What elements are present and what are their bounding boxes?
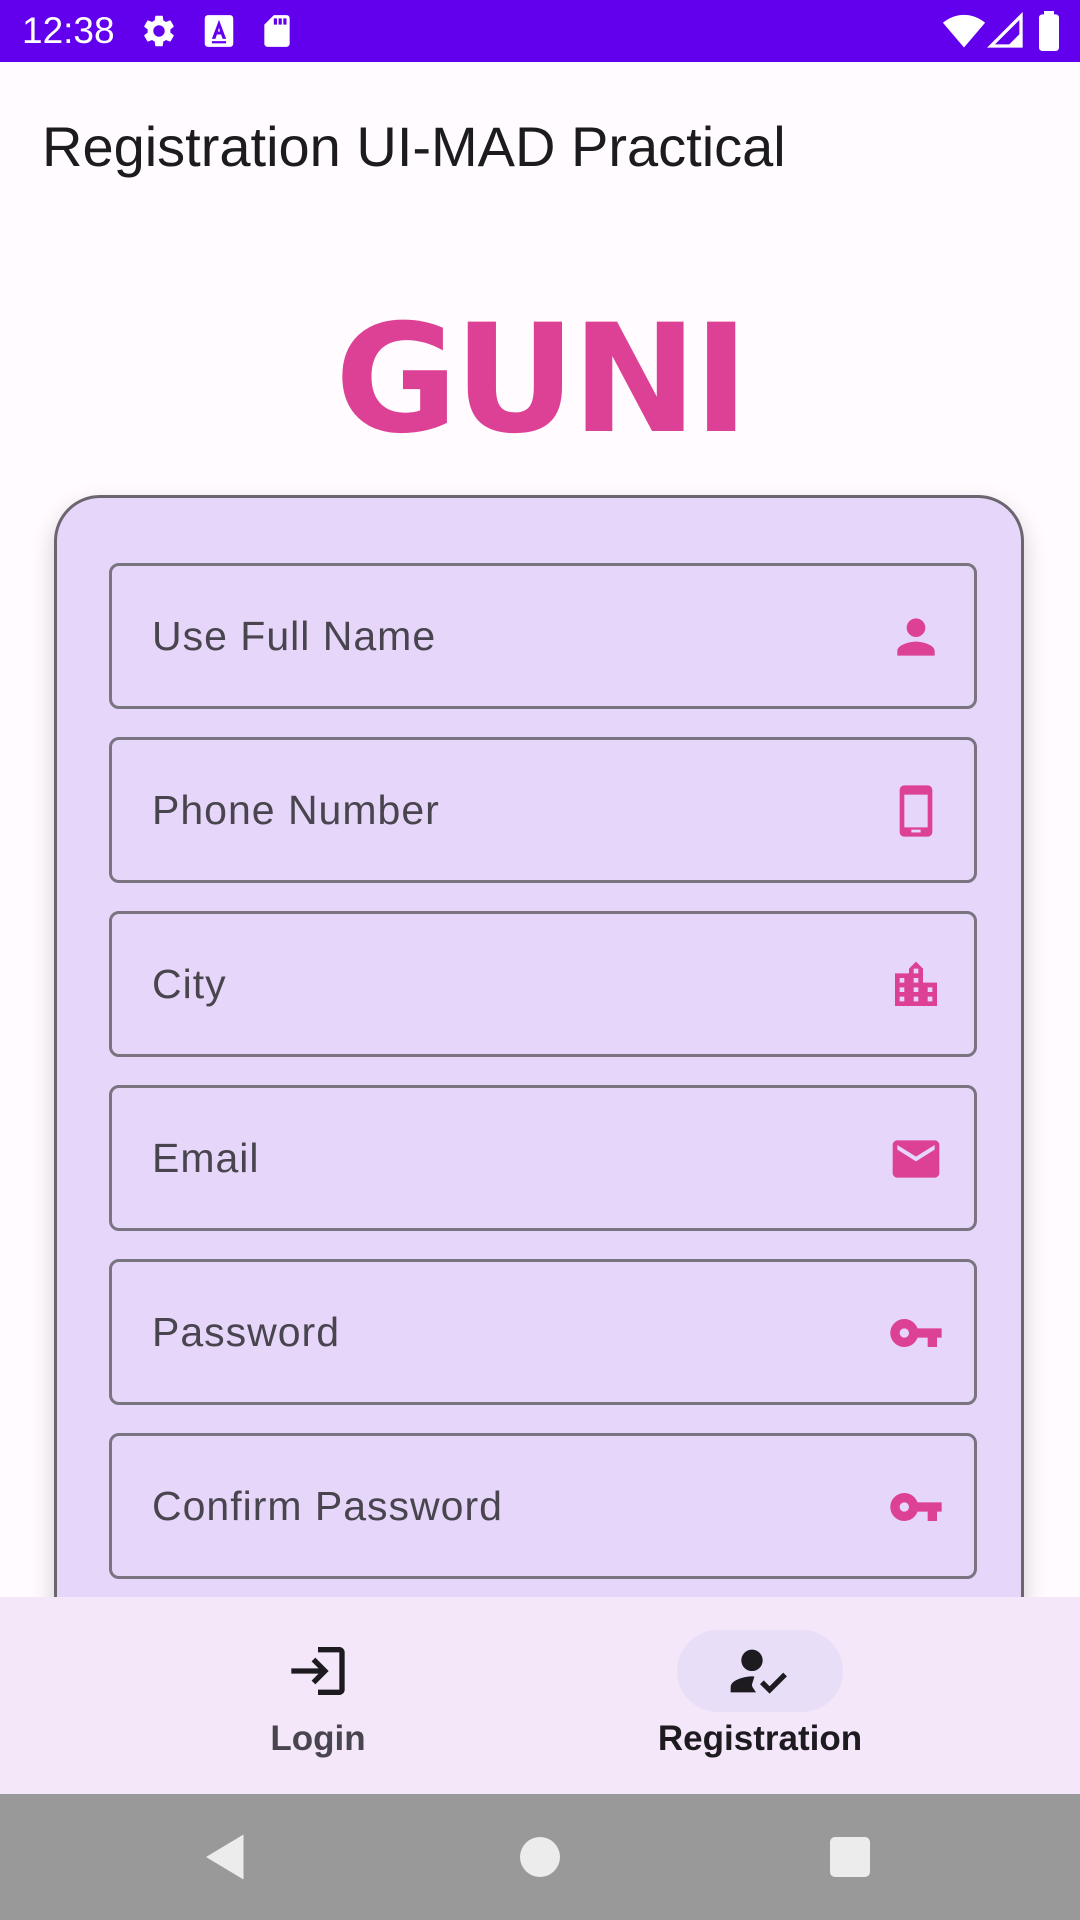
guni-logo: GUNI (334, 293, 749, 467)
nav-item-registration[interactable]: Registration (610, 1597, 910, 1794)
sd-card-icon (264, 15, 290, 47)
status-time: 12:38 (22, 10, 115, 51)
email-placeholder: Email (152, 1135, 260, 1181)
top-app-bar: Registration UI-MAD Practical (0, 62, 1080, 238)
full-name-field[interactable]: Use Full Name (109, 563, 977, 709)
key-icon (890, 1319, 942, 1347)
full-name-placeholder: Use Full Name (152, 613, 437, 659)
login-icon (291, 1647, 345, 1695)
password-field[interactable]: Password (109, 1259, 977, 1405)
nav-item-login[interactable]: Login (168, 1597, 468, 1794)
mail-icon (892, 1140, 940, 1178)
wifi-icon (942, 14, 986, 48)
nav-label-registration: Registration (657, 1719, 863, 1758)
city-placeholder: City (152, 961, 227, 1007)
back-icon[interactable] (196, 1827, 256, 1887)
registration-card: Use Full Name Phone Number City Email Pa… (54, 495, 1024, 1695)
app-screen: 12:38 Registration UI-MAD Practical GUNI (0, 0, 1080, 1920)
battery-icon (1039, 11, 1059, 51)
password-placeholder: Password (152, 1309, 341, 1355)
confirm-password-placeholder: Confirm Password (152, 1483, 503, 1529)
city-field[interactable]: City (109, 911, 977, 1057)
signal-icon (986, 11, 1023, 48)
email-field[interactable]: Email (109, 1085, 977, 1231)
phone-number-placeholder: Phone Number (152, 787, 440, 833)
city-building-icon (895, 961, 937, 1006)
smartphone-icon (899, 785, 933, 837)
a-badge-icon (204, 15, 234, 47)
gear-icon (144, 15, 174, 47)
status-bar: 12:38 (0, 0, 1080, 62)
recents-icon[interactable] (820, 1827, 880, 1887)
nav-label-login: Login (270, 1719, 366, 1758)
bottom-navigation: Login Registration (0, 1597, 1080, 1794)
person-icon (897, 618, 935, 656)
page-title: Registration UI-MAD Practical (42, 115, 786, 178)
confirm-password-field[interactable]: Confirm Password (109, 1433, 977, 1579)
key-icon (890, 1493, 942, 1521)
phone-number-field[interactable]: Phone Number (109, 737, 977, 883)
home-icon[interactable] (510, 1827, 570, 1887)
how-to-reg-icon (730, 1649, 787, 1694)
system-navigation-bar (0, 1794, 1080, 1920)
